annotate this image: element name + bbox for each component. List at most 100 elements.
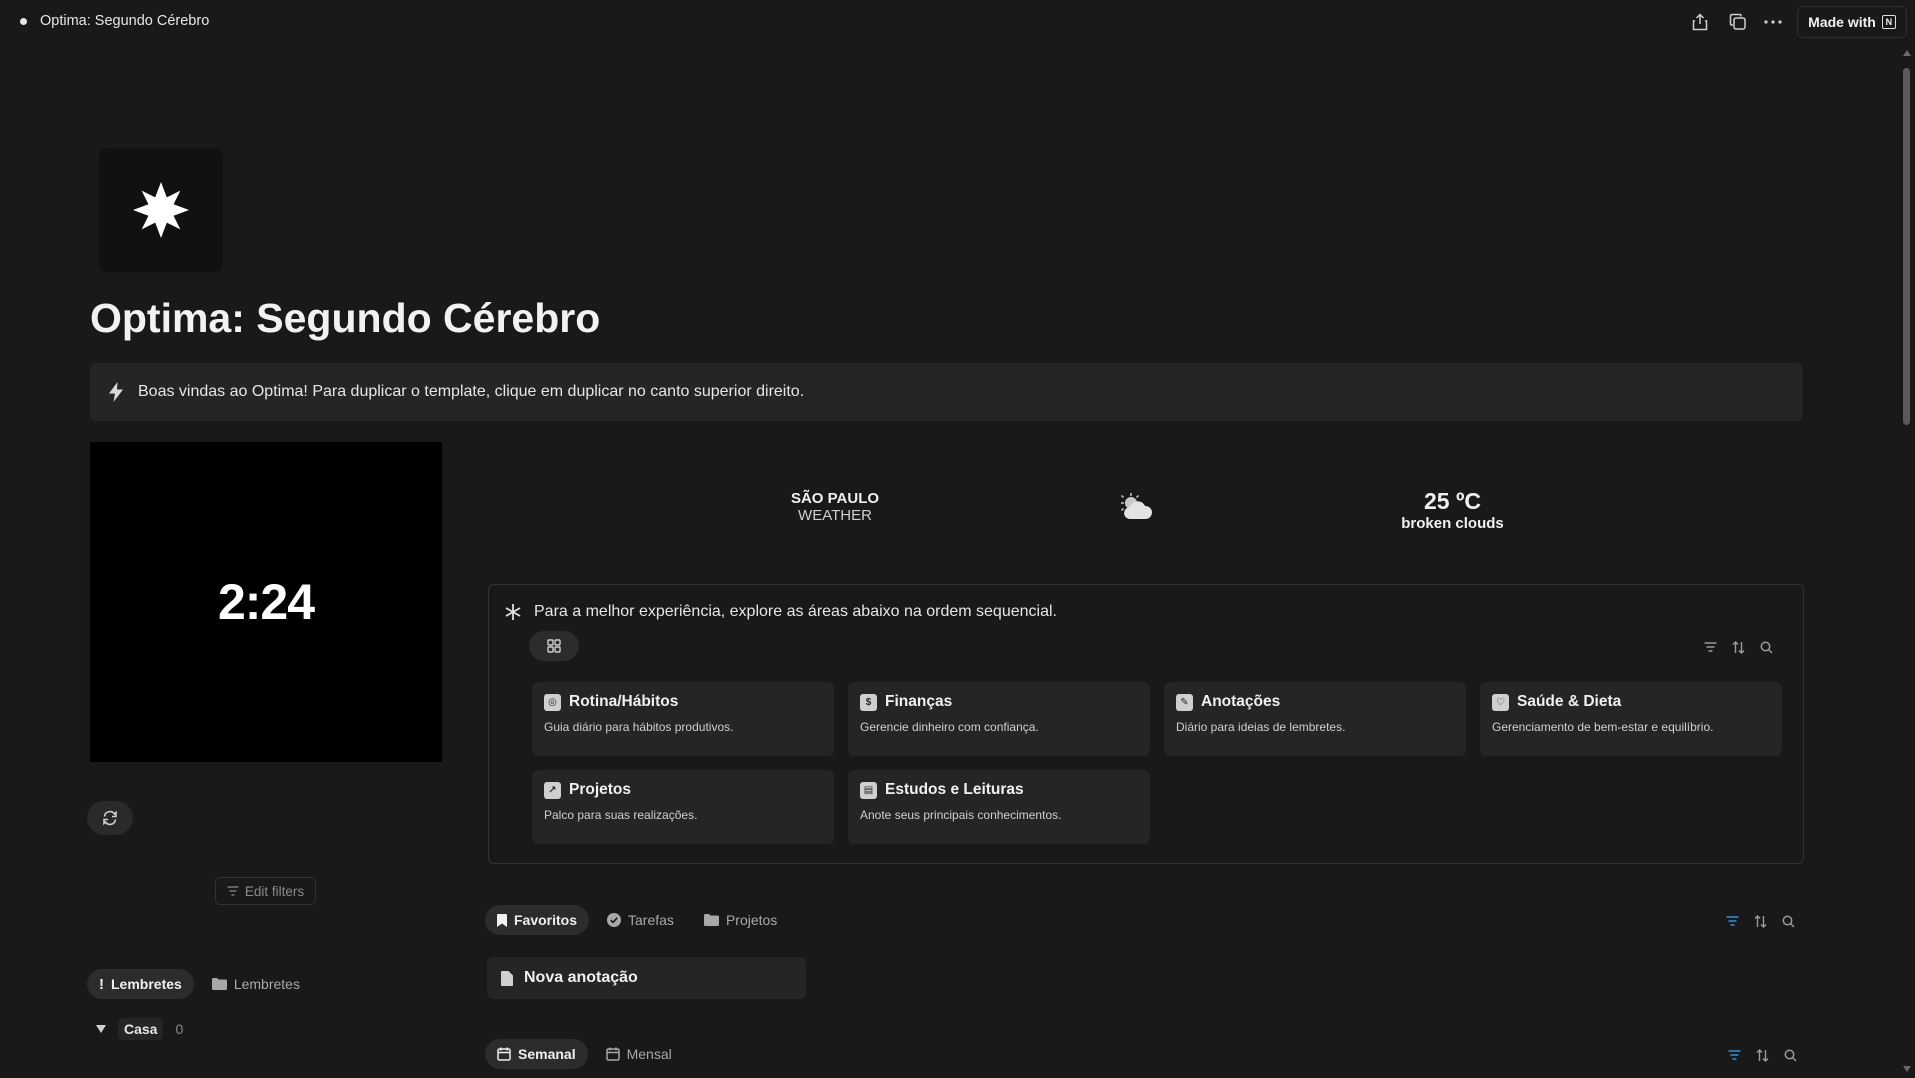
page-icon (501, 970, 513, 986)
top-bar (0, 0, 1915, 44)
reminders-tabs: ! Lembretes Lembretes (87, 969, 312, 999)
exclamation-icon: ! (99, 975, 104, 993)
edit-filters-button[interactable]: Edit filters (215, 877, 316, 905)
tab-label: Tarefas (628, 912, 674, 928)
notion-logo-icon: N (1881, 15, 1896, 29)
favorite-item-card[interactable]: Nova anotação (487, 957, 806, 999)
starburst-icon (132, 181, 190, 239)
group-label: Casa (118, 1018, 164, 1040)
welcome-callout: Boas vindas ao Optima! Para duplicar o t… (90, 363, 1803, 421)
favorites-tabs: Favoritos Tarefas Projetos (485, 905, 789, 935)
clock-widget: 2:24 (90, 442, 442, 762)
sync-icon (103, 810, 117, 826)
collapse-triangle-icon[interactable] (96, 1025, 106, 1033)
weather-condition: broken clouds (1401, 515, 1504, 532)
area-card-saude[interactable]: ♡ Saúde & Dieta Gerenciamento de bem-esta… (1480, 682, 1782, 756)
search-icon[interactable] (1759, 640, 1773, 654)
tab-favoritos[interactable]: Favoritos (485, 905, 590, 935)
tab-semanal[interactable]: Semanal (485, 1039, 588, 1069)
heart-icon: ♡ (1492, 693, 1509, 711)
more-icon[interactable] (1761, 10, 1785, 34)
weather-city: SÃO PAULO (790, 490, 880, 507)
tab-lembretes-folder[interactable]: Lembretes (200, 969, 312, 999)
favorite-item-label: Nova anotação (524, 969, 638, 986)
calendar-tools (1727, 1048, 1797, 1062)
callout-text: Boas vindas ao Optima! Para duplicar o t… (138, 383, 805, 400)
tab-label: Semanal (518, 1046, 576, 1062)
card-description: Palco para suas realizações. (544, 808, 698, 822)
page-favicon-icon (20, 18, 27, 25)
made-with-label: Made with (1808, 14, 1876, 30)
tab-mensal[interactable]: Mensal (594, 1039, 684, 1069)
area-card-rotina[interactable]: ◎ Rotina/Hábitos Guia diário para hábitos… (532, 682, 834, 756)
search-icon[interactable] (1781, 914, 1795, 928)
scrollbar-thumb[interactable] (1903, 68, 1910, 425)
tab-label: Projetos (725, 912, 778, 928)
gallery-view-tab[interactable] (529, 631, 579, 661)
weather-readout: 25 ºC broken clouds (1380, 488, 1525, 532)
card-description: Anote seus principais conhecimentos. (860, 808, 1062, 822)
pencil-icon: ✎ (1176, 693, 1193, 711)
folder-icon (211, 978, 227, 990)
asterisk-icon (505, 604, 521, 620)
habits-icon: ◎ (544, 693, 561, 711)
calendar-icon (605, 1047, 620, 1061)
area-card-anotacoes[interactable]: ✎ Anotações Diário para ideias de lembret… (1164, 682, 1466, 756)
weather-temperature: 25 ºC (1424, 488, 1481, 514)
area-card-estudos[interactable]: ▤ Estudos e Leituras Anote seus principai… (848, 770, 1150, 844)
card-title: Estudos e Leituras (885, 781, 1024, 798)
filter-icon (227, 886, 239, 896)
area-card-projetos[interactable]: ↗ Projetos Palco para suas realizações. (532, 770, 834, 844)
sort-icon[interactable] (1753, 914, 1767, 928)
scroll-up-arrow-icon[interactable] (1903, 50, 1911, 56)
areas-header-text: Para a melhor experiência, explore as ár… (534, 603, 1057, 620)
cloudy-sun-icon (1117, 492, 1155, 522)
card-description: Gerenciamento de bem-estar e equilíbrio. (1492, 720, 1714, 734)
card-description: Diário para ideias de lembretes. (1176, 720, 1346, 734)
tab-lembretes-active[interactable]: ! Lembretes (87, 969, 194, 999)
card-title: Saúde & Dieta (1517, 693, 1622, 710)
calendar-icon (497, 1047, 511, 1061)
card-title: Rotina/Hábitos (569, 693, 679, 710)
sort-icon[interactable] (1731, 640, 1745, 654)
scroll-down-arrow-icon[interactable] (1903, 1066, 1911, 1072)
window-title[interactable]: Optima: Segundo Cérebro (40, 13, 209, 29)
area-card-financas[interactable]: $ Finanças Gerencie dinheiro com confianç… (848, 682, 1150, 756)
edit-filters-label: Edit filters (244, 883, 305, 899)
group-casa[interactable]: Casa 0 (96, 1018, 183, 1040)
sync-button[interactable] (87, 801, 133, 835)
search-icon[interactable] (1783, 1048, 1797, 1062)
card-title: Projetos (569, 781, 632, 798)
duplicate-icon[interactable] (1726, 10, 1750, 34)
tab-label: Mensal (626, 1046, 672, 1062)
page-title: Optima: Segundo Cérebro (90, 295, 601, 341)
tab-label: Favoritos (514, 912, 578, 928)
filter-icon[interactable] (1727, 1048, 1741, 1062)
card-description: Gerencie dinheiro com confiança. (860, 720, 1039, 734)
folder-icon (703, 914, 719, 926)
areas-tools (1703, 640, 1773, 654)
lightning-icon (109, 382, 123, 402)
chart-trend-icon: ↗ (544, 781, 561, 799)
share-icon[interactable] (1688, 10, 1712, 34)
coin-icon: $ (860, 693, 877, 711)
bookmark-icon (497, 913, 507, 927)
calendar-tabs: Semanal Mensal (485, 1039, 684, 1069)
weather-subtitle: WEATHER (798, 507, 872, 524)
areas-header: Para a melhor experiência, explore as ár… (504, 603, 1057, 621)
filter-icon[interactable] (1725, 914, 1739, 928)
made-with-notion-button[interactable]: Made with N (1797, 6, 1907, 38)
group-count: 0 (175, 1021, 184, 1037)
filter-icon[interactable] (1703, 640, 1717, 654)
tab-tarefas[interactable]: Tarefas (595, 905, 686, 935)
sort-icon[interactable] (1755, 1048, 1769, 1062)
grid-icon (547, 639, 561, 653)
card-title: Finanças (885, 693, 953, 710)
tab-projetos[interactable]: Projetos (692, 905, 789, 935)
page-icon[interactable] (99, 148, 223, 272)
clock-time: 2:24 (217, 574, 315, 630)
tab-label: Lembretes (111, 976, 182, 992)
card-title: Anotações (1201, 693, 1281, 710)
card-description: Guia diário para hábitos produtivos. (544, 720, 734, 734)
book-icon: ▤ (860, 781, 877, 799)
